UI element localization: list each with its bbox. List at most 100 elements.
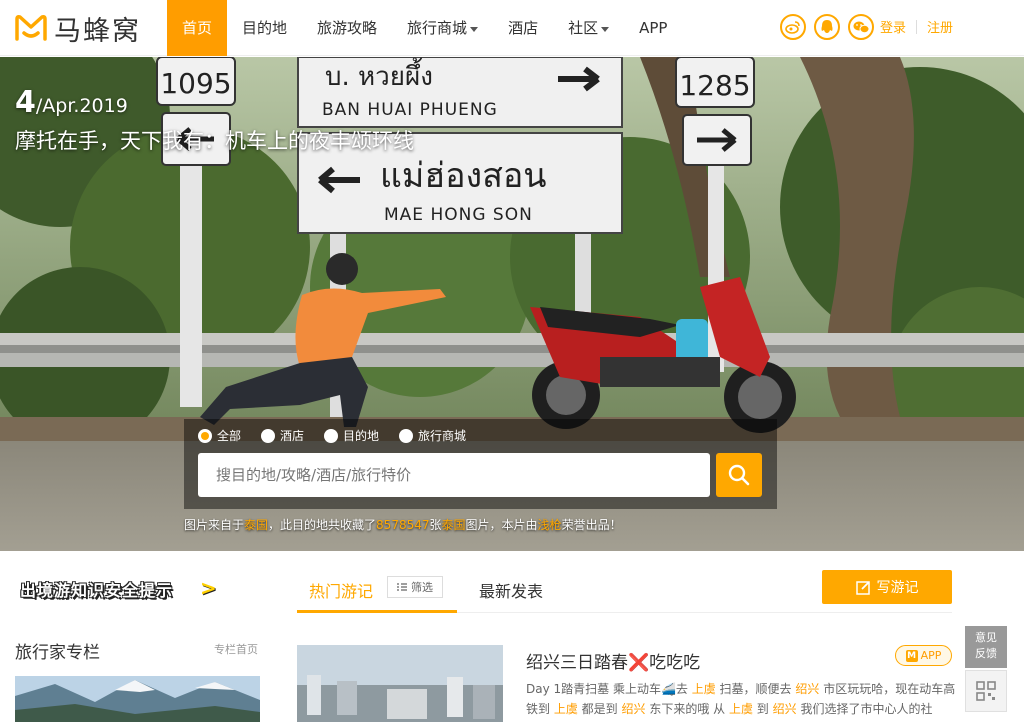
wechat-icon[interactable] bbox=[848, 14, 874, 40]
nav-item-6[interactable]: APP bbox=[624, 0, 682, 56]
sign-top-latin: BAN HUAI PHUENG bbox=[322, 100, 498, 120]
search-tab-label: 全部 bbox=[217, 429, 242, 443]
search-icon bbox=[728, 464, 750, 486]
article-thumbnail[interactable] bbox=[297, 645, 503, 722]
nav-item-label: 目的地 bbox=[242, 19, 288, 37]
nav-item-4[interactable]: 酒店 bbox=[493, 0, 553, 56]
travel-column-title: 旅行家专栏 bbox=[15, 643, 100, 663]
edit-icon bbox=[855, 580, 870, 595]
radio-icon bbox=[198, 428, 212, 443]
radio-icon bbox=[324, 428, 339, 443]
chevron-down-icon bbox=[470, 26, 479, 32]
auth-links: 登录 注册 bbox=[880, 17, 953, 36]
safety-tips-banner[interactable]: 出境游知识安全提示 > bbox=[16, 574, 220, 602]
excerpt-text: 到 bbox=[752, 702, 773, 716]
search-tab-label: 旅行商城 bbox=[418, 429, 467, 443]
radio-icon bbox=[399, 428, 414, 443]
hero-date: 4/Apr.2019 bbox=[15, 85, 128, 120]
nav-item-label: 旅游攻略 bbox=[317, 19, 378, 37]
register-link[interactable]: 注册 bbox=[927, 17, 953, 36]
auth-divider bbox=[916, 19, 918, 34]
sign-top-thai: บ. หวยผึ้ง bbox=[325, 57, 433, 92]
sign-number-right: 1285 bbox=[679, 69, 750, 102]
app-badge[interactable]: M APP bbox=[895, 645, 952, 666]
excerpt-text: 都是到 bbox=[577, 702, 622, 716]
search-tab-label: 酒店 bbox=[280, 429, 305, 443]
feedback-label-1: 意见 bbox=[975, 631, 997, 644]
credit-text-3: 张 bbox=[429, 518, 442, 532]
filter-button[interactable]: 筛选 bbox=[387, 576, 443, 598]
sign-bottom-latin: MAE HONG SON bbox=[384, 205, 533, 225]
credit-text-1: 图片来自于 bbox=[184, 518, 245, 532]
search-type-tabs: 全部 酒店 目的地 旅行商城 bbox=[198, 427, 466, 444]
credit-photo-count[interactable]: 8578547 bbox=[376, 518, 429, 532]
article-title[interactable]: 绍兴三日踏春❌吃吃吃 bbox=[526, 648, 700, 673]
tab-latest[interactable]: 最新发表 bbox=[479, 578, 543, 602]
logo-text: 马蜂窝 bbox=[54, 15, 141, 47]
nav-item-label: 首页 bbox=[182, 19, 213, 37]
credit-author-link[interactable]: 浅枪 bbox=[538, 518, 562, 532]
qr-code-icon bbox=[976, 681, 996, 701]
search-tab-0[interactable]: 全部 bbox=[198, 427, 241, 444]
nav-item-5[interactable]: 社区 bbox=[553, 0, 624, 56]
search-tab-1[interactable]: 酒店 bbox=[261, 427, 304, 444]
credit-text-2: ，此目的地共收藏了 bbox=[268, 518, 377, 532]
nav-item-label: 旅行商城 bbox=[407, 19, 468, 37]
nav-item-1[interactable]: 目的地 bbox=[227, 0, 302, 56]
hero-date-month-year: /Apr.2019 bbox=[35, 95, 128, 117]
column-home-link[interactable]: 专栏首页 bbox=[214, 641, 258, 657]
main-nav: 首页 目的地 旅游攻略 旅行商城 酒店 社区 APP bbox=[167, 0, 682, 56]
list-icon bbox=[397, 583, 407, 591]
logo-mark-icon bbox=[15, 15, 47, 41]
qq-icon[interactable] bbox=[814, 14, 840, 40]
credit-text-4: 图片，本片由 bbox=[465, 518, 538, 532]
write-travelogue-button[interactable]: 写游记 bbox=[822, 570, 952, 604]
qr-code-button[interactable] bbox=[965, 670, 1007, 712]
credit-text-5: 荣誉出品！ bbox=[561, 518, 622, 532]
hero-banner: 1095 1285 บ. หวยผึ้ง BAN HUAI PHUENG แม่… bbox=[0, 57, 1024, 551]
excerpt-place-link[interactable]: 上虞 bbox=[692, 682, 716, 696]
nav-item-label: APP bbox=[639, 19, 668, 37]
column-cover-image[interactable] bbox=[15, 676, 260, 722]
nav-item-0[interactable]: 首页 bbox=[167, 0, 228, 56]
search-panel: 全部 酒店 目的地 旅行商城 bbox=[184, 419, 777, 509]
chevron-right-icon: > bbox=[200, 576, 217, 600]
excerpt-place-link[interactable]: 上虞 bbox=[554, 702, 578, 716]
excerpt-text: 扫墓，顺便去 bbox=[715, 682, 796, 696]
login-link[interactable]: 登录 bbox=[880, 17, 906, 36]
weibo-icon[interactable] bbox=[780, 14, 806, 40]
travelogue-tabs: 热门游记 筛选 最新发表 写游记 bbox=[297, 570, 952, 613]
search-button[interactable] bbox=[716, 453, 762, 497]
sign-number-left: 1095 bbox=[160, 67, 231, 100]
tab-hot-label: 热门游记 bbox=[309, 582, 374, 601]
sign-bottom-thai: แม่ฮ่องสอน bbox=[380, 156, 547, 196]
search-tab-2[interactable]: 目的地 bbox=[324, 427, 379, 444]
write-travelogue-label: 写游记 bbox=[876, 580, 919, 596]
excerpt-text: Day 1踏青扫墓 乘上动车🚄去 bbox=[526, 682, 692, 696]
credit-place-link-2[interactable]: 泰国 bbox=[442, 518, 466, 532]
chevron-down-icon bbox=[601, 26, 610, 32]
excerpt-place-link[interactable]: 绍兴 bbox=[795, 682, 819, 696]
nav-item-3[interactable]: 旅行商城 bbox=[392, 0, 493, 56]
tab-hot-travelogues[interactable]: 热门游记 筛选 bbox=[297, 570, 457, 613]
logo[interactable]: 马蜂窝 bbox=[14, 10, 141, 47]
excerpt-place-link[interactable]: 上虞 bbox=[729, 702, 753, 716]
search-input[interactable] bbox=[198, 453, 710, 497]
nav-item-label: 社区 bbox=[568, 19, 599, 37]
nav-item-2[interactable]: 旅游攻略 bbox=[302, 0, 392, 56]
nav-item-label: 酒店 bbox=[508, 19, 539, 37]
top-header: 马蜂窝 首页 目的地 旅游攻略 旅行商城 酒店 社区 APP 登录 注册 bbox=[0, 0, 1024, 56]
excerpt-text: 东下来的哦 从 bbox=[645, 702, 729, 716]
filter-label: 筛选 bbox=[411, 581, 433, 594]
credit-place-link-1[interactable]: 泰国 bbox=[244, 518, 268, 532]
excerpt-place-link[interactable]: 绍兴 bbox=[773, 702, 797, 716]
hero-date-day: 4 bbox=[15, 85, 36, 120]
app-badge-label: APP bbox=[920, 649, 942, 662]
hero-title[interactable]: 摩托在手，天下我有：机车上的夜丰颂环线 bbox=[15, 125, 414, 155]
social-login-group bbox=[780, 14, 874, 40]
feedback-button[interactable]: 意见 反馈 bbox=[965, 626, 1007, 668]
mafengwo-app-icon: M bbox=[905, 649, 918, 662]
excerpt-place-link[interactable]: 绍兴 bbox=[621, 702, 645, 716]
search-tab-3[interactable]: 旅行商城 bbox=[399, 427, 466, 444]
feedback-label-2: 反馈 bbox=[975, 647, 997, 660]
